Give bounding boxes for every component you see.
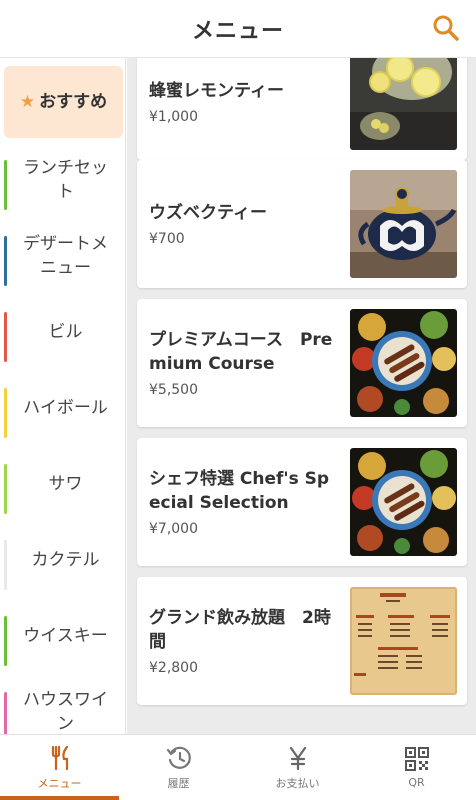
menu-item-text: プレミアムコース Premium Course ¥5,500 (149, 299, 339, 427)
category-item-house-wine[interactable]: ハウスワイン (0, 674, 125, 734)
category-color-bar (4, 616, 7, 666)
menu-item-price: ¥2,800 (149, 660, 198, 676)
category-item-recommended[interactable]: ★ おすすめ (4, 66, 123, 138)
category-color-bar (4, 236, 7, 286)
yen-icon (289, 746, 306, 770)
menu-item-text: シェフ特選 Chef's Special Selection ¥7,000 (149, 438, 339, 566)
category-item-whisky[interactable]: ウイスキー (0, 598, 125, 674)
page-title: メニュー (191, 18, 284, 44)
category-item-cocktail[interactable]: カクテル (0, 522, 125, 598)
category-label: ビル (48, 322, 83, 342)
drink-menu-image (350, 587, 457, 695)
category-label: ハイボール (23, 398, 108, 418)
menu-item-title: シェフ特選 Chef's Special Selection (149, 469, 330, 513)
lemon-tea-image (350, 58, 457, 150)
menu-item-title: 蜂蜜レモンティー (149, 81, 284, 101)
category-color-bar (4, 464, 7, 514)
tab-menu[interactable]: メニュー (0, 735, 119, 800)
menu-item-card[interactable]: ウズベクティー ¥700 (137, 160, 467, 288)
fork-knife-icon (51, 745, 68, 770)
category-color-bar (4, 388, 7, 438)
category-label: デザートメニュー (23, 234, 108, 278)
menu-list[interactable]: 蜂蜜レモンティー ¥1,000 ウズベクティー ¥700 プレミアムコース Pr… (127, 58, 476, 734)
bottom-tab-bar: メニュー 履歴 お支払い QR (0, 734, 476, 800)
active-tab-indicator (0, 796, 119, 800)
category-sidebar: ★ おすすめ ランチセット デザートメニュー ビル ハイボール サワ カクテル … (0, 58, 126, 734)
menu-item-price: ¥5,500 (149, 382, 198, 398)
category-color-bar (4, 692, 7, 734)
menu-item-card[interactable]: グランド飲み放題 2時間 ¥2,800 (137, 577, 467, 705)
category-color-bar (4, 540, 7, 590)
star-icon: ★ (19, 92, 36, 112)
tab-label: お支払い (275, 776, 320, 790)
category-label: ウイスキー (23, 626, 108, 646)
menu-item-price: ¥700 (149, 231, 185, 247)
menu-item-text: 蜂蜜レモンティー ¥1,000 (149, 58, 339, 160)
teapot-image (350, 170, 457, 278)
category-label: ハウスワイン (23, 690, 108, 734)
tab-label: QR (408, 776, 425, 789)
qr-code-icon (404, 747, 429, 771)
menu-item-card[interactable]: プレミアムコース Premium Course ¥5,500 (137, 299, 467, 427)
tab-label: メニュー (37, 776, 82, 790)
category-label: おすすめ (39, 92, 108, 112)
menu-item-title: ウズベクティー (149, 203, 267, 223)
search-button[interactable] (430, 12, 462, 44)
category-item-sour[interactable]: サワ (0, 446, 125, 522)
category-item-highball[interactable]: ハイボール (0, 370, 125, 446)
menu-item-text: ウズベクティー ¥700 (149, 160, 339, 288)
menu-item-text: グランド飲み放題 2時間 ¥2,800 (149, 577, 339, 705)
history-icon (166, 746, 191, 769)
category-color-bar (4, 160, 7, 210)
menu-item-price: ¥7,000 (149, 521, 198, 537)
app-header: メニュー (0, 0, 476, 58)
category-label: サワ (48, 474, 83, 494)
search-icon (433, 15, 459, 41)
category-item-dessert-menu[interactable]: デザートメニュー (0, 218, 125, 294)
category-label: カクテル (31, 550, 100, 570)
category-item-beer[interactable]: ビル (0, 294, 125, 370)
menu-item-card[interactable]: 蜂蜜レモンティー ¥1,000 (137, 58, 467, 160)
menu-item-title: プレミアムコース Premium Course (149, 330, 333, 374)
tab-qr[interactable]: QR (357, 735, 476, 800)
menu-item-title: グランド飲み放題 2時間 (149, 608, 331, 652)
category-item-lunch-set[interactable]: ランチセット (0, 142, 125, 218)
tab-payment[interactable]: お支払い (238, 735, 357, 800)
category-label: ランチセット (23, 158, 108, 202)
tab-label: 履歴 (167, 776, 190, 790)
menu-item-price: ¥1,000 (149, 109, 198, 125)
platter-image (350, 448, 457, 556)
category-color-bar (4, 312, 7, 362)
tab-history[interactable]: 履歴 (119, 735, 238, 800)
menu-item-card[interactable]: シェフ特選 Chef's Special Selection ¥7,000 (137, 438, 467, 566)
platter-image (350, 309, 457, 417)
